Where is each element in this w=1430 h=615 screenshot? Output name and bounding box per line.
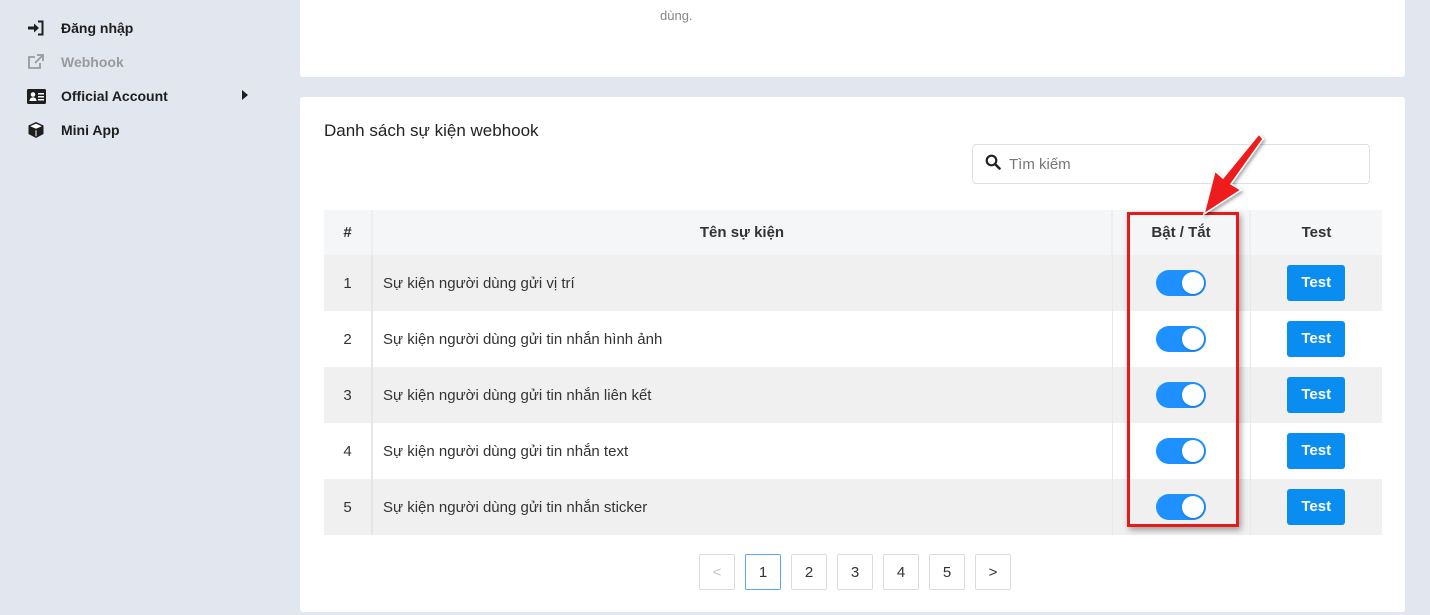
section-title: Danh sách sự kiện webhook [324,121,539,140]
test-button[interactable]: Test [1287,377,1346,413]
test-button[interactable]: Test [1287,265,1346,301]
cube-icon [26,121,46,139]
enable-toggle[interactable] [1156,270,1206,296]
row-number: 4 [324,423,373,479]
page-button-4[interactable]: 4 [883,554,919,590]
page-button-2[interactable]: 2 [791,554,827,590]
webhook-events-table: # Tên sự kiện Bật / Tắt Test 1 Sự kiện n… [324,210,1382,535]
test-button[interactable]: Test [1287,433,1346,469]
pagination: < 1 2 3 4 5 > [699,554,1011,590]
sidebar-item-webhook[interactable]: Webhook [26,51,256,73]
description-card: dùng. [300,0,1405,77]
event-name: Sự kiện người dùng gửi tin nhắn text [372,423,1113,479]
sidebar-item-login[interactable]: Đăng nhập [26,17,256,39]
column-header-number: # [324,210,373,255]
id-card-icon [26,87,46,105]
table-row: 3 Sự kiện người dùng gửi tin nhắn liên k… [324,367,1382,423]
table-row: 5 Sự kiện người dùng gửi tin nhắn sticke… [324,479,1382,535]
sidebar: Đăng nhập Webhook Official Account Mini … [0,0,290,615]
row-number: 5 [324,479,373,535]
webhook-events-card: Danh sách sự kiện webhook # Tên sự kiện … [300,97,1405,612]
table-row: 1 Sự kiện người dùng gửi vị trí Test [324,255,1382,311]
caret-right-icon [242,90,248,100]
enable-toggle[interactable] [1156,382,1206,408]
sidebar-item-label: Mini App [61,122,120,138]
event-name: Sự kiện người dùng gửi tin nhắn hình ảnh [372,311,1113,367]
test-button[interactable]: Test [1287,489,1346,525]
row-number: 2 [324,311,373,367]
page: Đăng nhập Webhook Official Account Mini … [0,0,1430,615]
sidebar-item-mini-app[interactable]: Mini App [26,119,256,141]
event-name: Sự kiện người dùng gửi tin nhắn sticker [372,479,1113,535]
page-button-3[interactable]: 3 [837,554,873,590]
event-name: Sự kiện người dùng gửi tin nhắn liên kết [372,367,1113,423]
toggle-knob [1182,272,1204,294]
event-name: Sự kiện người dùng gửi vị trí [372,255,1113,311]
enable-toggle[interactable] [1156,494,1206,520]
page-button-5[interactable]: 5 [929,554,965,590]
sidebar-item-label: Đăng nhập [61,20,134,36]
search-input[interactable] [1009,155,1349,173]
enable-toggle[interactable] [1156,326,1206,352]
page-button-1[interactable]: 1 [745,554,781,590]
table-header-row: # Tên sự kiện Bật / Tắt Test [324,210,1382,255]
search-box[interactable] [972,144,1370,184]
row-number: 1 [324,255,373,311]
column-header-toggle: Bật / Tắt [1112,210,1251,255]
table-row: 4 Sự kiện người dùng gửi tin nhắn text T… [324,423,1382,479]
next-page-button[interactable]: > [975,554,1011,590]
sidebar-item-label: Official Account [61,88,168,104]
toggle-knob [1182,440,1204,462]
description-text: dùng. [660,8,693,23]
toggle-knob [1182,328,1204,350]
prev-page-button[interactable]: < [699,554,735,590]
sign-in-icon [26,19,46,37]
sidebar-item-label: Webhook [61,54,124,70]
test-button[interactable]: Test [1287,321,1346,357]
external-link-icon [26,53,46,71]
toggle-knob [1182,496,1204,518]
sidebar-item-official-account[interactable]: Official Account [26,85,256,107]
toggle-knob [1182,384,1204,406]
row-number: 3 [324,367,373,423]
table-row: 2 Sự kiện người dùng gửi tin nhắn hình ả… [324,311,1382,367]
enable-toggle[interactable] [1156,438,1206,464]
search-icon [985,154,1001,175]
column-header-test: Test [1301,224,1332,241]
column-header-event-name: Tên sự kiện [372,210,1113,255]
